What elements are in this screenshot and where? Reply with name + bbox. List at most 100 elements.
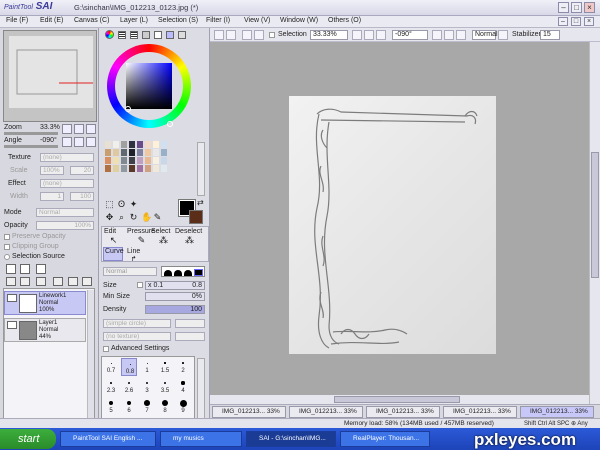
brush-texture-strength[interactable] [175, 332, 205, 341]
color-swatch[interactable] [113, 165, 119, 172]
brush-size-scrollbar[interactable] [197, 358, 205, 420]
deselect-button[interactable] [242, 30, 252, 40]
color-swatch[interactable] [121, 165, 127, 172]
color-swatch[interactable] [161, 141, 167, 148]
panel-extra-tab-icon[interactable] [178, 31, 186, 39]
zoom-reset-button[interactable] [86, 124, 96, 134]
show-selection-checkbox[interactable] [269, 32, 275, 38]
angle-select[interactable]: -090° [392, 30, 428, 40]
brush-size-preset[interactable]: 4 [175, 378, 191, 396]
hue-cursor[interactable] [167, 121, 173, 127]
brush-size-preset[interactable]: 0.7 [103, 358, 119, 376]
zoom-out-button[interactable] [62, 124, 72, 134]
rotate-icon[interactable]: ↻ [129, 213, 138, 222]
swap-colors-icon[interactable]: ⇄ [197, 198, 204, 207]
taskbar-item-realplayer[interactable]: RealPlayer: Thousan... [340, 431, 430, 447]
color-swatch[interactable] [153, 157, 159, 164]
brush-size-preset[interactable]: 8 [157, 398, 173, 416]
menu-selection[interactable]: Selection (S) [158, 17, 198, 24]
line-tool-label[interactable]: Line [127, 248, 140, 255]
stabilizer-select[interactable]: 15 [540, 30, 560, 40]
brush-size-preset[interactable]: 1 [139, 358, 155, 376]
color-swatch[interactable] [161, 165, 167, 172]
flip-horizontal-button[interactable] [498, 30, 508, 40]
color-swatch[interactable] [145, 157, 151, 164]
effect-width-field[interactable]: 1 [40, 192, 64, 201]
swatch-scrollbar[interactable] [197, 142, 205, 196]
texture-scale-field[interactable]: 100% [40, 166, 64, 175]
edit-tool-icon[interactable]: ↖ [109, 236, 118, 245]
taskbar-item-my-musics[interactable]: my musics [160, 431, 242, 447]
lasso-icon[interactable]: ʘ [117, 200, 126, 209]
brush-size-preset[interactable]: 6 [121, 398, 137, 416]
color-swatch[interactable] [137, 165, 143, 172]
vertical-scroll-thumb[interactable] [591, 152, 599, 278]
density-slider[interactable]: 100 [145, 305, 205, 314]
merge-visible-icon[interactable] [68, 277, 78, 286]
zoom-icon[interactable]: ⌕ [117, 213, 126, 222]
color-swatch[interactable] [161, 149, 167, 156]
color-swatch[interactable] [121, 149, 127, 156]
color-swatch[interactable] [129, 149, 135, 156]
color-picker-cursor[interactable] [125, 106, 131, 112]
color-swatch[interactable] [161, 157, 167, 164]
brush-size-preset[interactable]: 2.6 [121, 378, 137, 396]
navigator[interactable] [3, 30, 97, 122]
brush-edge-soft-icon[interactable] [164, 270, 172, 276]
color-wheel-tab-icon[interactable] [105, 30, 114, 39]
intermediate-color-tab-icon[interactable] [142, 31, 150, 39]
rgb-slider-tab-icon[interactable] [118, 31, 126, 39]
deselect-tool-icon[interactable]: ⁂ [185, 236, 194, 245]
brush-edge-hard-icon[interactable] [184, 270, 192, 276]
texture-select[interactable]: (none) [40, 153, 94, 162]
zoom-in-button[interactable] [74, 124, 84, 134]
delete-layer-icon[interactable] [53, 277, 63, 286]
close-button[interactable]: × [584, 2, 595, 13]
brush-shape-select[interactable]: (simple circle) [103, 319, 171, 328]
texture-scale-num[interactable]: 20 [70, 166, 94, 175]
color-swatch[interactable] [145, 141, 151, 148]
view-mode-select[interactable]: Normal [472, 30, 498, 40]
doc-close-button[interactable]: × [584, 17, 594, 26]
canvas-document[interactable] [289, 96, 496, 354]
clear-layer-icon[interactable] [36, 277, 46, 286]
size-slider[interactable]: x 0.1 0.8 [145, 281, 205, 290]
toolbar-zoom-in-button[interactable] [364, 30, 374, 40]
menu-edit[interactable]: Edit (E) [40, 17, 63, 24]
preserve-opacity-checkbox[interactable] [4, 234, 10, 240]
brush-edge-medium-icon[interactable] [174, 270, 182, 276]
document-tab[interactable]: IMG_012213... 33% [212, 406, 286, 418]
color-swatch[interactable] [105, 149, 111, 156]
toolbar-rotate-right-button[interactable] [444, 30, 454, 40]
color-wheel[interactable] [107, 44, 191, 128]
brush-shape-strength[interactable] [175, 319, 205, 328]
layer-visibility-icon[interactable] [7, 321, 17, 329]
color-swatch[interactable] [121, 141, 127, 148]
document-tab-active[interactable]: IMG_012213... 33% [520, 406, 594, 418]
taskbar-item-sai[interactable]: SAI - G:\sinchan\IMG... [246, 431, 336, 447]
min-size-slider[interactable]: 0% [145, 292, 205, 301]
effect-select[interactable]: (none) [40, 179, 94, 188]
vertical-scrollbar[interactable] [589, 42, 600, 404]
select-tool-icon[interactable]: ⁂ [159, 236, 168, 245]
saturation-value-square[interactable] [126, 63, 172, 109]
select-tool-label[interactable]: Select [151, 228, 170, 235]
color-swatch[interactable] [105, 141, 111, 148]
effect-width-num[interactable]: 100 [70, 192, 94, 201]
clipping-group-checkbox[interactable] [4, 244, 10, 250]
color-swatch[interactable] [129, 165, 135, 172]
brush-size-preset[interactable]: 3 [139, 378, 155, 396]
selection-source-radio[interactable] [4, 254, 10, 260]
brush-texture-select[interactable]: (no texture) [103, 332, 171, 341]
rotate-reset-button[interactable] [86, 137, 96, 147]
brush-edge-selector[interactable] [161, 266, 205, 277]
menu-window[interactable]: Window (W) [280, 17, 318, 24]
doc-maximize-button[interactable]: □ [571, 17, 581, 26]
navigator-preview[interactable] [9, 36, 93, 108]
toolbar-rotate-reset-button[interactable] [456, 30, 466, 40]
menu-view[interactable]: View (V) [244, 17, 270, 24]
undo-button[interactable] [214, 30, 224, 40]
menu-canvas[interactable]: Canvas (C) [74, 17, 109, 24]
hsv-slider-tab-icon[interactable] [130, 31, 138, 39]
rotate-left-button[interactable] [62, 137, 72, 147]
